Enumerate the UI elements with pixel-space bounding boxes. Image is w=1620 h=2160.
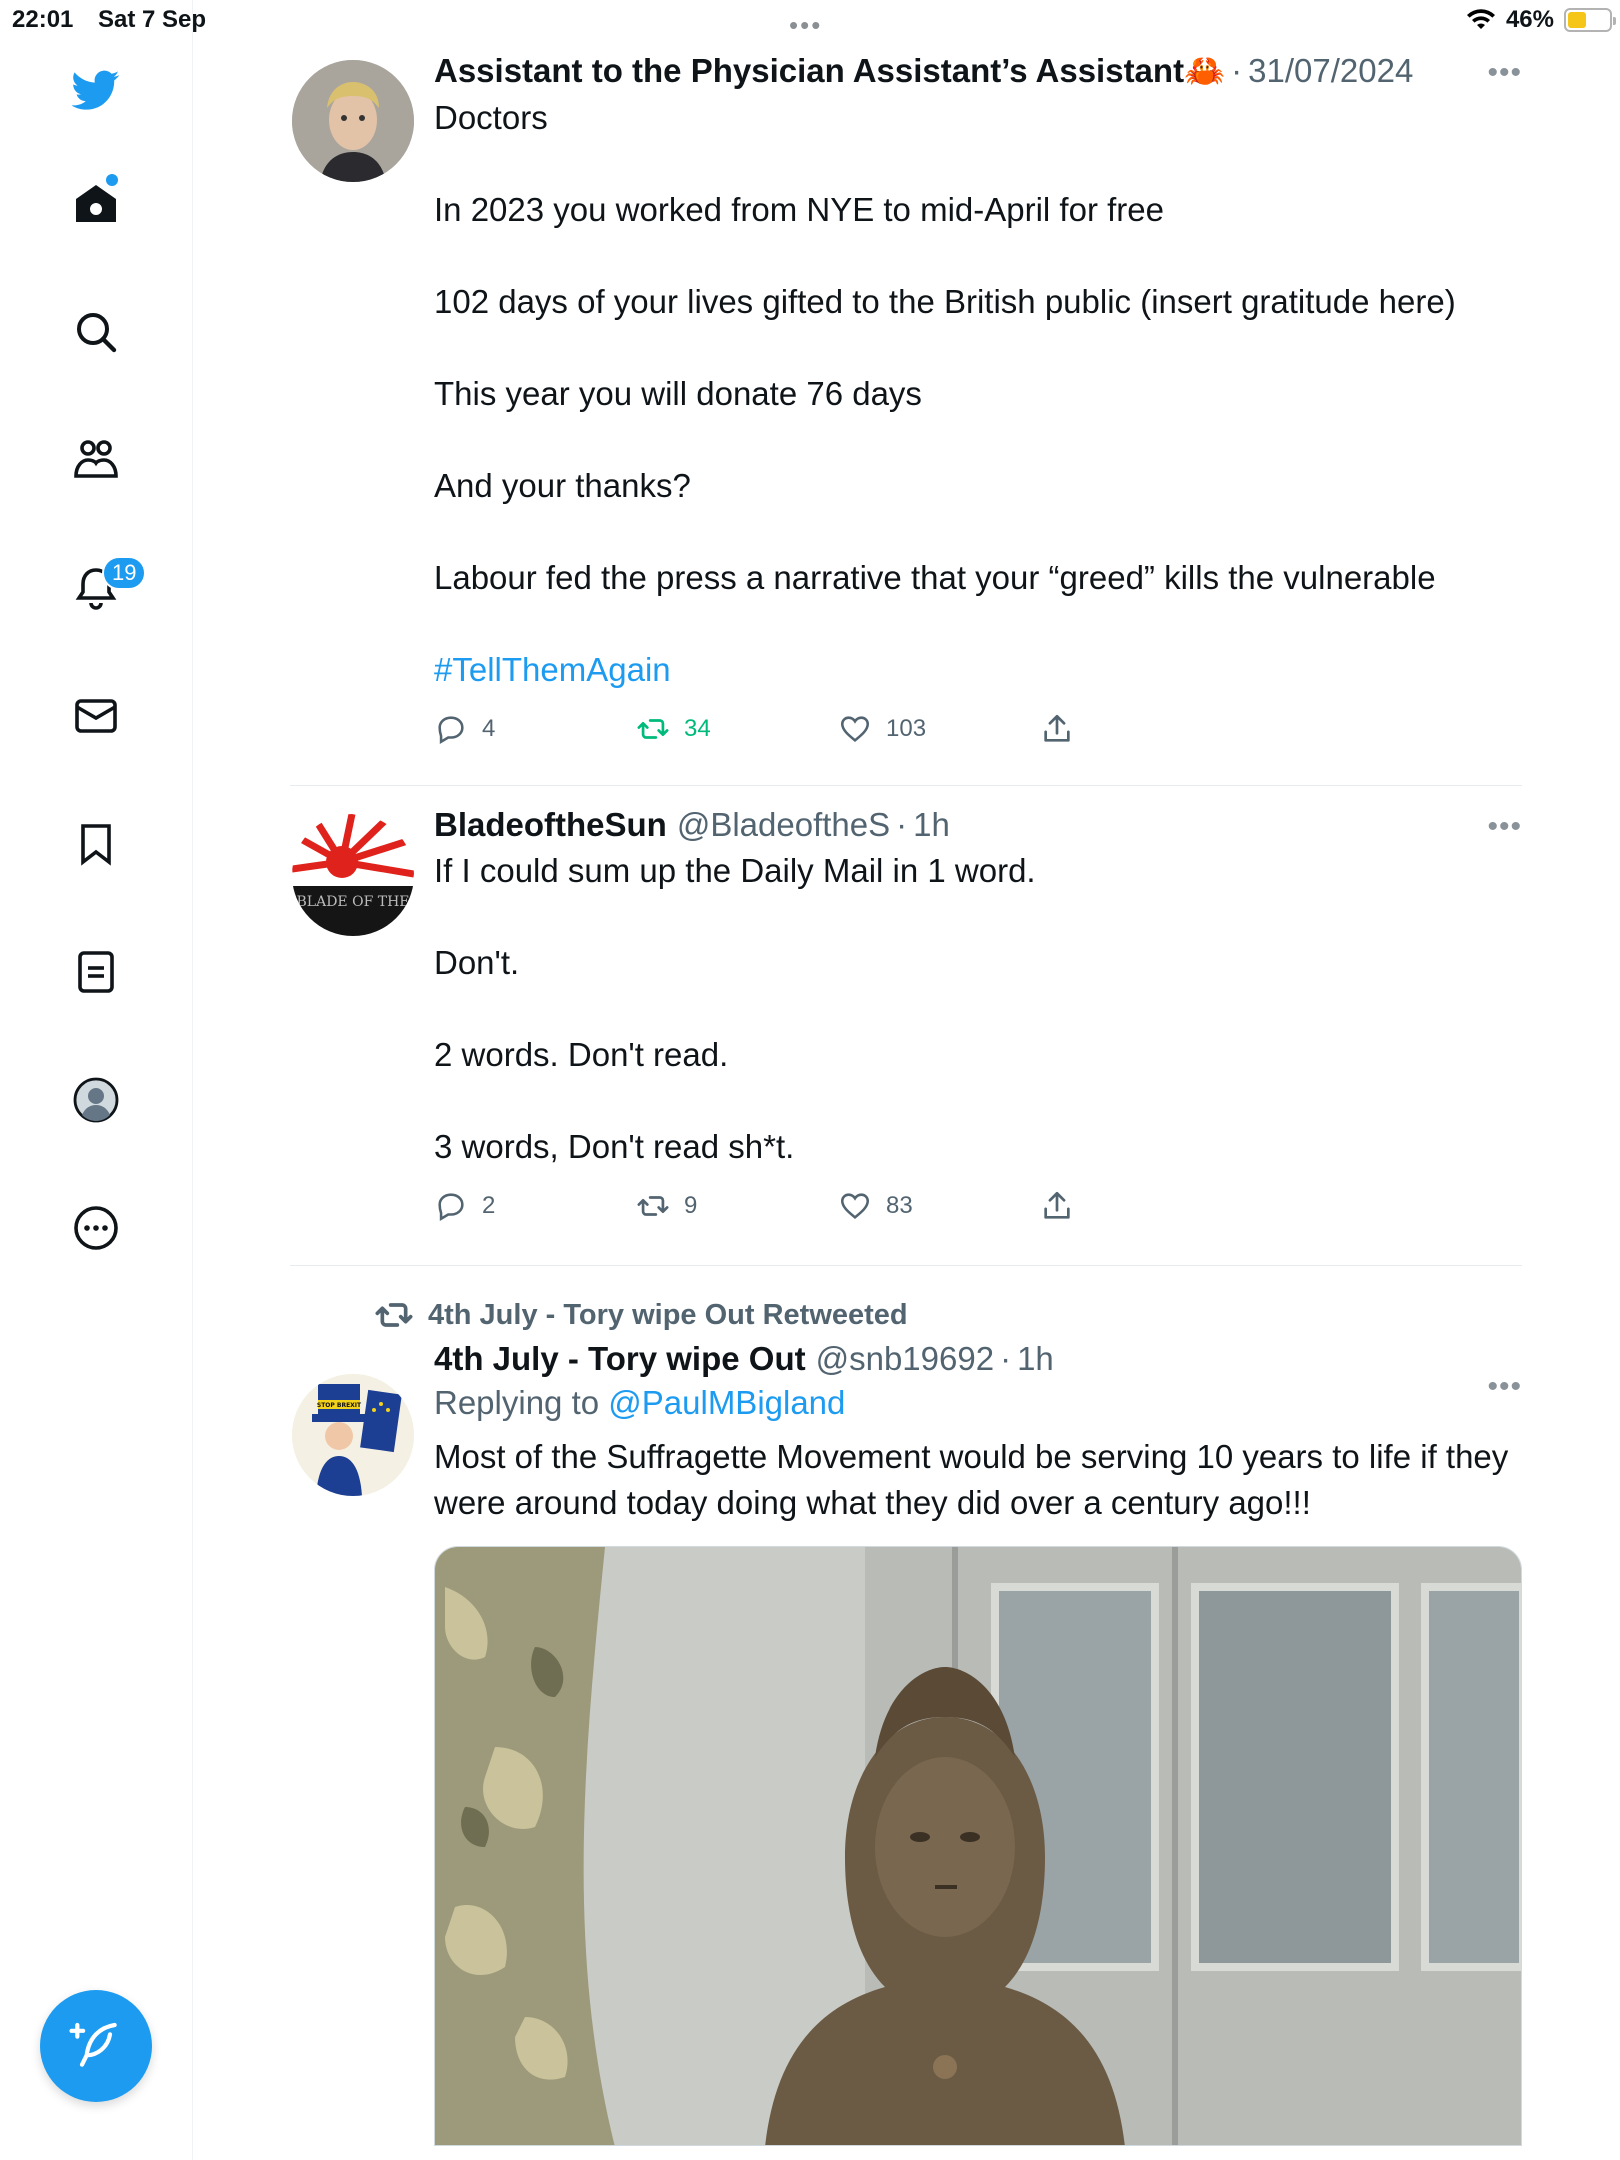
reply-button[interactable]: 4 bbox=[434, 712, 636, 746]
sidebar: 19 bbox=[0, 0, 193, 2160]
tweet-time[interactable]: 1h bbox=[1017, 1340, 1054, 1378]
author-name[interactable]: Assistant to the Physician Assistant’s A… bbox=[434, 52, 1225, 91]
status-right: 46% bbox=[1466, 6, 1616, 34]
retweeted-by-label: 4th July - Tory wipe Out Retweeted bbox=[428, 1298, 908, 1331]
separator-dot: · bbox=[1000, 1340, 1012, 1377]
more-options-icon[interactable]: ••• bbox=[1487, 56, 1522, 90]
replying-to: Replying to @PaulMBigland bbox=[434, 1384, 1522, 1422]
tweet-line: Don't. bbox=[434, 944, 520, 981]
share-icon bbox=[1044, 1191, 1070, 1219]
tweet-line: 102 days of your lives gifted to the Bri… bbox=[434, 283, 1456, 320]
tweet-text: Most of the Suffragette Movement would b… bbox=[434, 1438, 1509, 1521]
timeline-feed: Assistant to the Physician Assistant’s A… bbox=[290, 40, 1522, 2160]
replying-to-prefix: Replying to bbox=[434, 1384, 609, 1421]
compose-icon bbox=[69, 2022, 117, 2067]
tweet-text: Doctors In 2023 you worked from NYE to m… bbox=[434, 95, 1522, 693]
status-bar: 22:01 Sat 7 Sep ••• 46% bbox=[0, 0, 1620, 40]
tweet-header: 4th July - Tory wipe Out @snb19692 · 1h bbox=[434, 1340, 1522, 1378]
tweet-line: And your thanks? bbox=[434, 467, 691, 504]
like-button[interactable]: 83 bbox=[838, 1189, 1040, 1223]
tweet-line: Labour fed the press a narrative that yo… bbox=[434, 559, 1436, 596]
profile-icon[interactable] bbox=[66, 1070, 126, 1130]
retweet-count: 9 bbox=[684, 1192, 698, 1219]
tweet-line: This year you will donate 76 days bbox=[434, 375, 922, 412]
tweet-time[interactable]: 31/07/2024 bbox=[1248, 52, 1413, 90]
retweet-button[interactable]: 34 bbox=[636, 712, 838, 746]
tweet-3[interactable]: 4th July - Tory wipe Out Retweeted STOP … bbox=[290, 1294, 1522, 2160]
bookmarks-icon[interactable] bbox=[66, 814, 126, 874]
retweet-icon bbox=[637, 1196, 669, 1216]
avatar[interactable]: STOP BREXIT bbox=[292, 1374, 414, 1496]
separator-dot: · bbox=[896, 806, 908, 843]
messages-icon[interactable] bbox=[66, 686, 126, 746]
home-unread-dot bbox=[106, 174, 118, 186]
retweet-icon bbox=[375, 1303, 413, 1327]
avatar[interactable] bbox=[292, 60, 414, 182]
share-button[interactable] bbox=[1040, 712, 1242, 746]
retweeted-by-line[interactable]: 4th July - Tory wipe Out Retweeted bbox=[374, 1294, 1522, 1336]
like-count: 83 bbox=[886, 1192, 913, 1219]
reply-count: 2 bbox=[482, 1192, 496, 1219]
tweet-1[interactable]: Assistant to the Physician Assistant’s A… bbox=[290, 40, 1522, 786]
author-handle[interactable]: @snb19692 bbox=[816, 1340, 994, 1378]
tweet-line: In 2023 you worked from NYE to mid-April… bbox=[434, 191, 1164, 228]
multitasking-dots-icon[interactable]: ••• bbox=[789, 10, 822, 41]
reply-button[interactable]: 2 bbox=[434, 1189, 636, 1223]
tweet-media-image[interactable] bbox=[434, 1546, 1522, 2146]
statue-photo bbox=[435, 1547, 1521, 2145]
tweet-line: 3 words, Don't read sh*t. bbox=[434, 1128, 795, 1165]
tweet-actions: 2 9 83 bbox=[434, 1178, 1522, 1234]
retweet-icon bbox=[637, 719, 669, 739]
avatar-sign-text: STOP BREXIT bbox=[317, 1402, 362, 1409]
retweet-button[interactable]: 9 bbox=[636, 1189, 838, 1223]
tweet-text: If I could sum up the Daily Mail in 1 wo… bbox=[434, 848, 1522, 1170]
like-button[interactable]: 103 bbox=[838, 712, 1040, 746]
more-options-icon[interactable]: ••• bbox=[1487, 810, 1522, 844]
separator-dot: · bbox=[1231, 52, 1243, 89]
reply-count: 4 bbox=[482, 715, 496, 742]
compose-tweet-button[interactable] bbox=[40, 1990, 152, 2102]
heart-icon bbox=[840, 1193, 870, 1219]
tweet-2[interactable]: BLADE OF THE BladeoftheSun @BladeoftheS … bbox=[290, 786, 1522, 1266]
share-icon bbox=[1044, 714, 1070, 742]
tweet-time[interactable]: 1h bbox=[913, 806, 950, 844]
notifications-badge: 19 bbox=[102, 556, 147, 590]
avatar-logo-text: BLADE OF THE bbox=[297, 894, 410, 910]
communities-icon[interactable] bbox=[66, 430, 126, 490]
like-count: 103 bbox=[886, 715, 927, 742]
heart-icon bbox=[840, 716, 870, 742]
more-icon[interactable] bbox=[66, 1198, 126, 1258]
author-name[interactable]: BladeoftheSun bbox=[434, 806, 667, 844]
avatar[interactable]: BLADE OF THE bbox=[292, 814, 414, 936]
battery-percent: 46% bbox=[1505, 6, 1554, 33]
search-icon[interactable] bbox=[66, 302, 126, 362]
tweet-line: Doctors bbox=[434, 99, 548, 136]
hashtag-link[interactable]: #TellThemAgain bbox=[434, 647, 1522, 693]
lists-icon[interactable] bbox=[66, 942, 126, 1002]
tweet-actions: 4 34 103 bbox=[434, 701, 1522, 757]
author-handle[interactable]: @BladeoftheS bbox=[677, 806, 890, 844]
tweet-header: BladeoftheSun @BladeoftheS · 1h bbox=[434, 806, 1522, 844]
reply-icon bbox=[438, 1193, 464, 1222]
battery-fill bbox=[1568, 12, 1587, 28]
share-button[interactable] bbox=[1040, 1189, 1242, 1223]
more-options-icon[interactable]: ••• bbox=[1487, 1370, 1522, 1404]
replying-to-link[interactable]: @PaulMBigland bbox=[608, 1384, 845, 1421]
author-name[interactable]: 4th July - Tory wipe Out bbox=[434, 1340, 806, 1378]
tweet-line: If I could sum up the Daily Mail in 1 wo… bbox=[434, 852, 1036, 889]
wifi-icon bbox=[1466, 9, 1495, 29]
retweet-count: 34 bbox=[684, 715, 711, 742]
tweet-header: Assistant to the Physician Assistant’s A… bbox=[434, 52, 1522, 91]
battery-icon bbox=[1564, 8, 1616, 32]
twitter-logo-icon[interactable] bbox=[66, 60, 126, 120]
tweet-line: 2 words. Don't read. bbox=[434, 1036, 729, 1073]
reply-icon bbox=[438, 716, 464, 745]
